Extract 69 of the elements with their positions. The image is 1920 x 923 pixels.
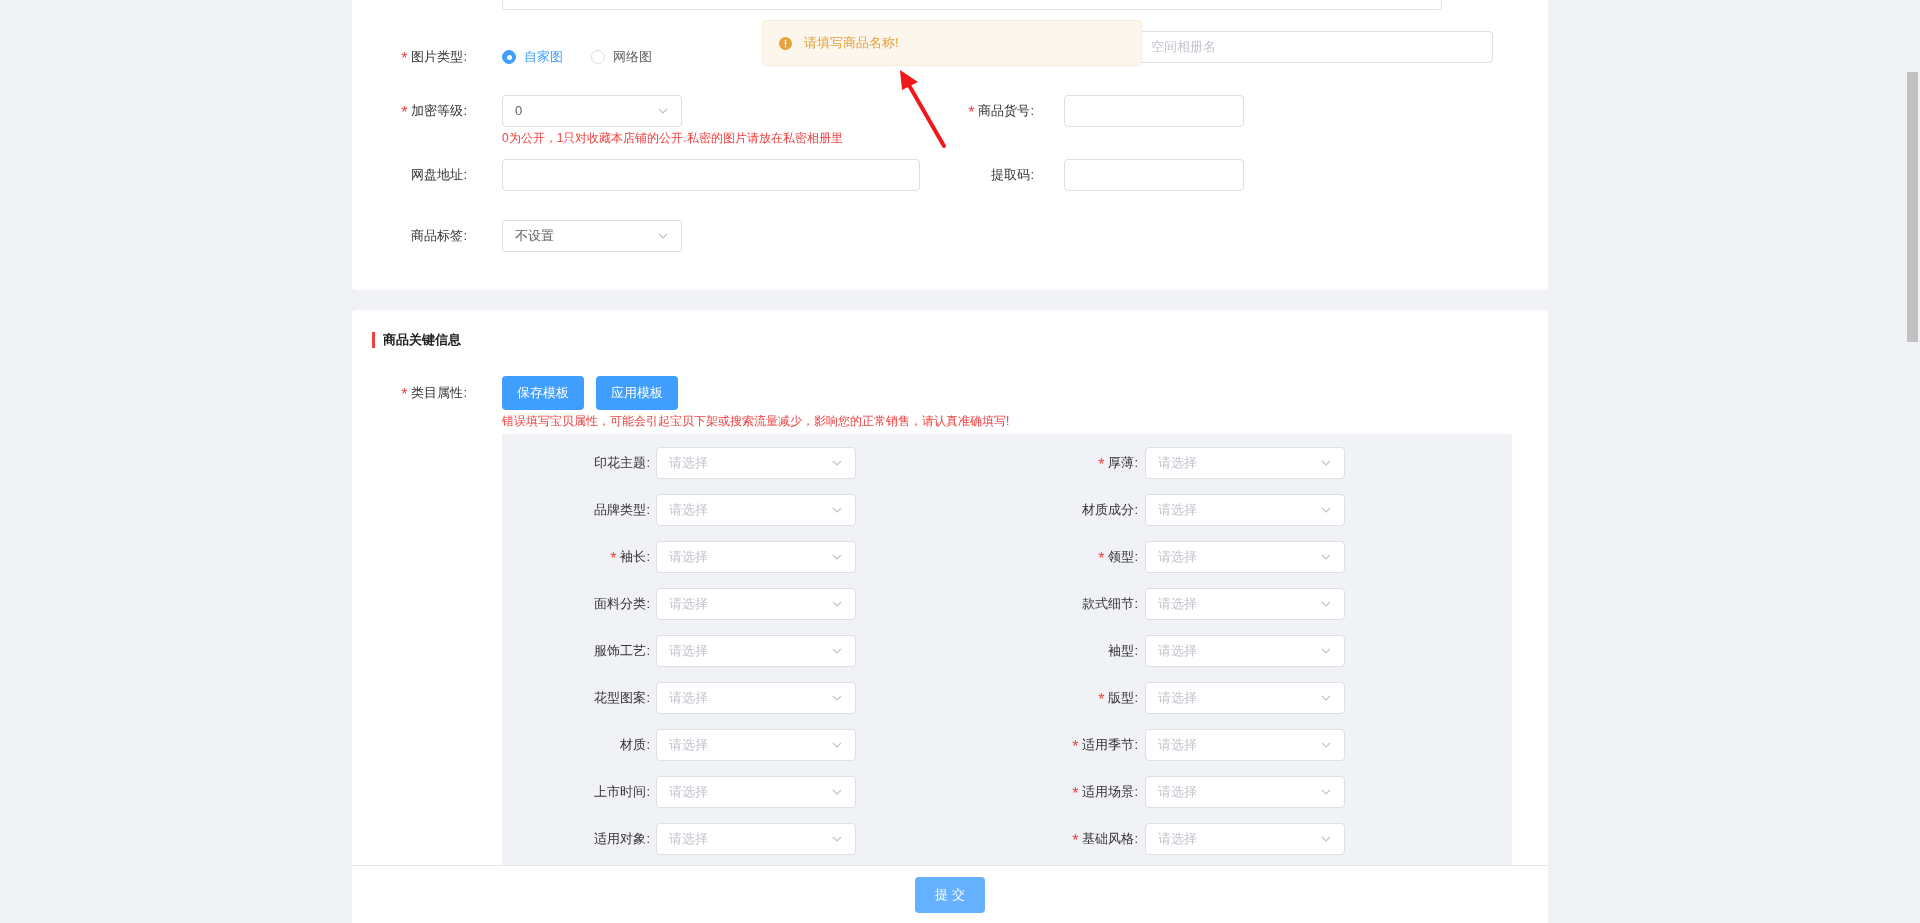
- input-field[interactable]: [1064, 95, 1244, 127]
- submit-button[interactable]: 提 交: [915, 876, 985, 913]
- field-label: 服饰工艺:: [594, 641, 650, 660]
- required-asterisk: *: [1098, 456, 1105, 469]
- field-label: 花型图案:: [594, 688, 650, 707]
- input-field[interactable]: [502, 159, 920, 191]
- field-label: 领型:: [1108, 547, 1138, 566]
- field-label: 材质成分:: [1082, 500, 1138, 519]
- field-label: 品牌类型:: [594, 500, 650, 519]
- field-label: 款式细节:: [1082, 594, 1138, 613]
- select-field[interactable]: 请选择: [1145, 728, 1345, 761]
- field-label: 袖长:: [620, 547, 650, 566]
- select-field[interactable]: 请选择: [656, 540, 856, 573]
- required-asterisk: *: [1072, 832, 1079, 845]
- select-field[interactable]: 请选择: [656, 681, 856, 714]
- select-field[interactable]: 请选择: [1145, 493, 1345, 526]
- select-field[interactable]: 请选择: [656, 587, 856, 620]
- field-label: 适用季节:: [1082, 735, 1138, 754]
- template-button[interactable]: 应用模板: [596, 375, 678, 410]
- field-label: 适用对象:: [594, 829, 650, 848]
- radio-option[interactable]: 网络图: [591, 47, 652, 67]
- field-label: 面料分类:: [594, 594, 650, 613]
- field-label: 图片类型:: [411, 48, 467, 67]
- select-field[interactable]: 请选择: [1145, 634, 1345, 667]
- required-asterisk: *: [1098, 550, 1105, 563]
- select-field[interactable]: 请选择: [1145, 446, 1345, 479]
- radio-option[interactable]: 自家图: [502, 47, 563, 67]
- select-field[interactable]: 请选择: [1145, 775, 1345, 808]
- field-label: 提取码:: [991, 166, 1034, 185]
- select-field[interactable]: 请选择: [656, 493, 856, 526]
- field-label: 厚薄:: [1108, 453, 1138, 472]
- select-field[interactable]: 请选择: [1145, 587, 1345, 620]
- select-field[interactable]: 请选择: [1145, 540, 1345, 573]
- field-label: 印花主题:: [594, 453, 650, 472]
- input-field[interactable]: [1064, 159, 1244, 191]
- select-field[interactable]: 请选择: [1145, 681, 1345, 714]
- warning-text: 错误填写宝贝属性，可能会引起宝贝下架或搜索流量减少，影响您的正常销售，请认真准确填写!: [502, 412, 1011, 430]
- select-field[interactable]: 请选择: [656, 775, 856, 808]
- select-field[interactable]: 请选择: [656, 634, 856, 667]
- select-field[interactable]: 请选择: [656, 446, 856, 479]
- warning-icon: [779, 36, 792, 50]
- required-asterisk: *: [401, 105, 408, 117]
- field-label: 商品货号:: [978, 102, 1034, 121]
- field-label: 商品标签:: [411, 227, 467, 246]
- field-label: 上市时间:: [594, 782, 650, 801]
- section-title: 商品关键信息: [383, 331, 461, 349]
- field-label: 材质:: [620, 735, 650, 754]
- required-asterisk: *: [1072, 738, 1079, 751]
- required-asterisk: *: [610, 550, 617, 563]
- field-label: 基础风格:: [1082, 829, 1138, 848]
- required-asterisk: *: [1098, 691, 1105, 704]
- required-asterisk: *: [401, 51, 408, 63]
- template-button[interactable]: 保存模板: [502, 375, 584, 410]
- field-label: 类目属性:: [411, 383, 467, 402]
- field-label: 版型:: [1108, 688, 1138, 707]
- hint-text: 0为公开，1只对收藏本店铺的公开.私密的图片请放在私密相册里: [502, 130, 844, 147]
- select-field[interactable]: 请选择: [656, 822, 856, 855]
- select-field[interactable]: 请选择: [1145, 822, 1345, 855]
- field-label: 网盘地址:: [411, 166, 467, 185]
- select-field[interactable]: 请选择: [656, 728, 856, 761]
- select-field[interactable]: 不设置: [502, 220, 682, 252]
- field-label: 袖型:: [1108, 641, 1138, 660]
- required-asterisk: *: [401, 386, 408, 399]
- required-asterisk: *: [1072, 785, 1079, 798]
- required-asterisk: *: [968, 105, 975, 117]
- warning-toast: 请填写商品名称!: [762, 20, 1142, 66]
- select-field[interactable]: 0: [502, 95, 682, 127]
- field-label: 加密等级:: [411, 102, 467, 121]
- field-label: 适用场景:: [1082, 782, 1138, 801]
